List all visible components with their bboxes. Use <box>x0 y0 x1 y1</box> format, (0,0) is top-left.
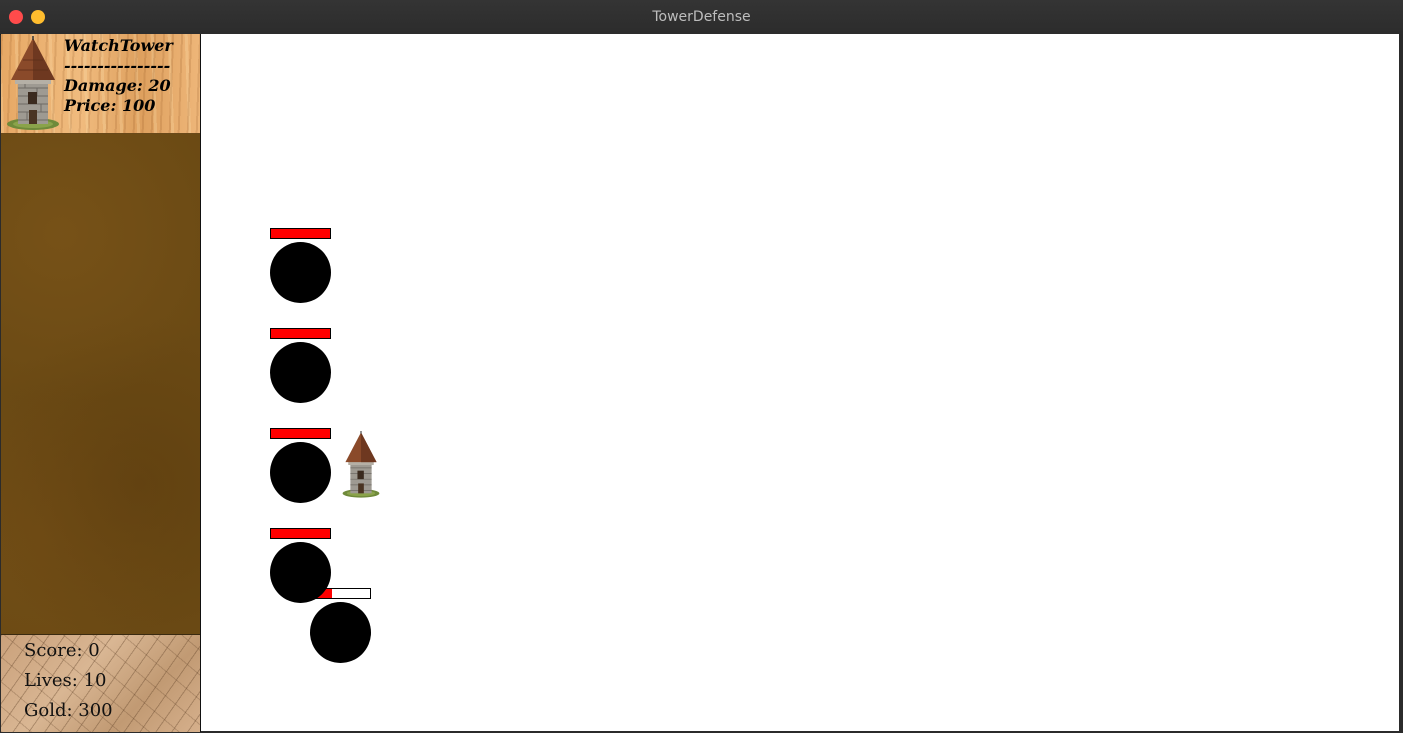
watchtower-icon <box>5 36 61 136</box>
enemy-health-fill <box>271 329 330 338</box>
enemy-health-fill <box>271 429 330 438</box>
tower-damage: Damage: 20 <box>64 76 171 95</box>
tower-price: Price: 100 <box>64 96 156 115</box>
sidebar: WatchTower ---------------- Damage: 20 P… <box>1 34 201 732</box>
shop-panel-background <box>1 134 200 635</box>
tower-card-text: WatchTower ---------------- Damage: 20 P… <box>64 36 173 116</box>
app-window: TowerDefense WatchTower ----------------… <box>0 0 1403 733</box>
placed-watchtower[interactable] <box>337 431 385 503</box>
enemy-body <box>270 442 331 503</box>
tower-name: WatchTower <box>64 36 173 55</box>
lives-label: Lives: 10 <box>24 670 107 691</box>
enemy-body <box>270 542 331 603</box>
enemy-body <box>270 242 331 303</box>
tower-separator: ---------------- <box>64 56 171 75</box>
window-border <box>1399 34 1403 733</box>
title-bar[interactable]: TowerDefense <box>0 0 1403 35</box>
stats-panel: Score: 0 Lives: 10 Gold: 300 <box>1 635 200 732</box>
enemy-health-fill <box>271 529 330 538</box>
window-title: TowerDefense <box>652 9 751 25</box>
enemy-health-bar <box>270 328 331 339</box>
enemy-health-bar <box>270 528 331 539</box>
watchtower-icon <box>342 431 380 498</box>
enemy-health-bar <box>270 228 331 239</box>
game-board[interactable] <box>201 34 1399 731</box>
enemy-health-bar <box>270 428 331 439</box>
enemy-body <box>270 342 331 403</box>
enemy-health-fill <box>271 229 330 238</box>
gold-label: Gold: 300 <box>24 700 113 721</box>
watchtower-shop-card[interactable]: WatchTower ---------------- Damage: 20 P… <box>1 34 200 134</box>
enemy-body <box>310 602 371 663</box>
score-label: Score: 0 <box>24 640 100 661</box>
